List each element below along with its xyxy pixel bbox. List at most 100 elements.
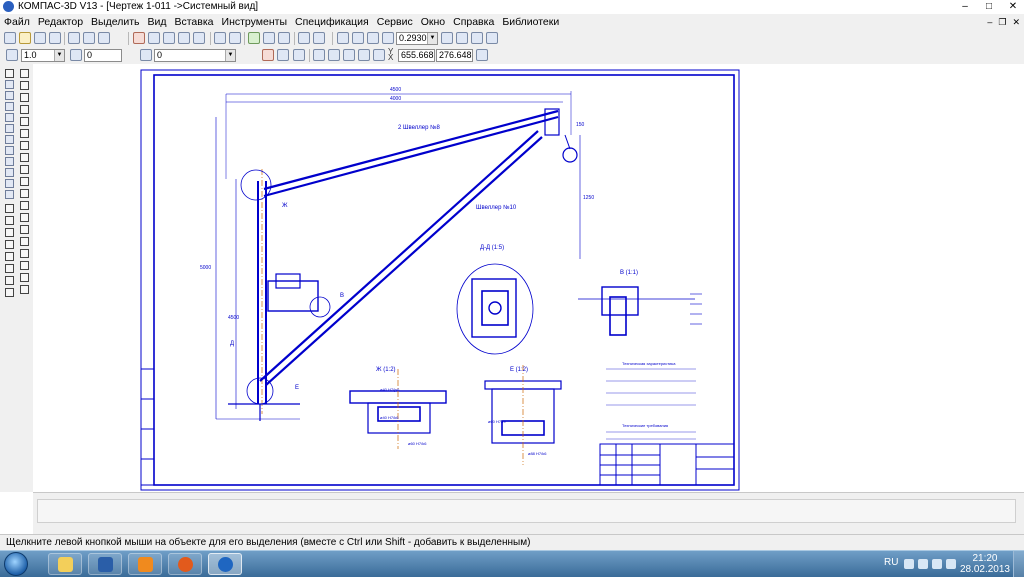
show-all-icon[interactable]: [486, 32, 498, 44]
snap-settings-icon[interactable]: [277, 49, 289, 61]
title-bar[interactable]: КОМПАС-3D V13 - [Чертеж 1-011 ->Системны…: [0, 0, 1024, 15]
polygon-icon[interactable]: [20, 153, 29, 162]
segment-icon[interactable]: [20, 93, 29, 102]
maximize-button[interactable]: □: [982, 1, 996, 13]
library-icon[interactable]: [263, 32, 275, 44]
offset-icon[interactable]: [20, 273, 29, 282]
properties-panel-area[interactable]: [37, 499, 1016, 523]
menu-tools[interactable]: Инструменты: [218, 14, 291, 30]
minimize-button[interactable]: –: [958, 1, 972, 13]
drawing-canvas[interactable]: 4500 4000 1250 5000 4500 150 2 Швеллер №…: [33, 64, 1024, 492]
doc-minimize-button[interactable]: –: [987, 17, 992, 27]
network-icon[interactable]: [932, 559, 942, 569]
zoom-scale-icon[interactable]: [382, 32, 394, 44]
toolbar-options-icon[interactable]: [476, 49, 488, 61]
menu-editor[interactable]: Редактор: [34, 14, 87, 30]
select-pointer-icon[interactable]: [5, 69, 14, 78]
orbit-icon[interactable]: [456, 32, 468, 44]
bezier-icon[interactable]: [20, 177, 29, 186]
specification-icon[interactable]: [5, 168, 14, 177]
print-preview-icon[interactable]: [83, 32, 95, 44]
view-style-field[interactable]: 0 ▼: [154, 49, 236, 62]
style-icon[interactable]: [140, 49, 152, 61]
chamfer-icon[interactable]: [20, 189, 29, 198]
menu-insert[interactable]: Вставка: [170, 14, 217, 30]
tangent-icon[interactable]: [5, 204, 14, 213]
snap-magnet-icon[interactable]: [262, 49, 274, 61]
step-cursor-icon[interactable]: [6, 49, 18, 61]
editing-icon[interactable]: [5, 113, 14, 122]
point-icon[interactable]: [20, 69, 29, 78]
cut-icon[interactable]: [133, 32, 145, 44]
manager-icon[interactable]: [248, 32, 260, 44]
menu-window[interactable]: Окно: [417, 14, 449, 30]
rotate-icon[interactable]: [5, 264, 14, 273]
context-help-icon[interactable]: [313, 32, 325, 44]
doc-close-button[interactable]: ✕: [1012, 17, 1020, 28]
redo-icon[interactable]: [229, 32, 241, 44]
break-icon[interactable]: [5, 216, 14, 225]
geometry-icon[interactable]: [5, 80, 14, 89]
close-button[interactable]: ✕: [1006, 1, 1020, 13]
hatch-icon[interactable]: [20, 213, 29, 222]
aux-line-icon[interactable]: [20, 81, 29, 90]
extend-icon[interactable]: [5, 240, 14, 249]
grid-icon[interactable]: [313, 49, 325, 61]
undo-icon[interactable]: [214, 32, 226, 44]
menu-service[interactable]: Сервис: [373, 14, 417, 30]
menu-specification[interactable]: Спецификация: [291, 14, 373, 30]
chevron-down-icon[interactable]: ▼: [225, 50, 235, 61]
ortho-icon[interactable]: [343, 49, 355, 61]
zoom-out-icon[interactable]: [367, 32, 379, 44]
clipboard-icon[interactable]: [193, 32, 205, 44]
save-all-icon[interactable]: [49, 32, 61, 44]
round-icon[interactable]: [358, 49, 370, 61]
dimensions-icon[interactable]: [5, 91, 14, 100]
layer-field[interactable]: 0: [84, 49, 122, 62]
variables-icon[interactable]: [278, 32, 290, 44]
refresh-icon[interactable]: [471, 32, 483, 44]
paste-icon[interactable]: [163, 32, 175, 44]
open-folder-icon[interactable]: [19, 32, 31, 44]
format-painter-icon[interactable]: [178, 32, 190, 44]
insert-icon[interactable]: [5, 190, 14, 199]
trim-icon[interactable]: [5, 228, 14, 237]
zoom-window-icon[interactable]: [352, 32, 364, 44]
local-snap-icon[interactable]: [293, 49, 305, 61]
taskbar-firefox[interactable]: [168, 553, 202, 575]
symbols-icon[interactable]: [5, 102, 14, 111]
polyline-icon[interactable]: [20, 165, 29, 174]
scale-icon[interactable]: [5, 276, 14, 285]
lcs-icon[interactable]: [328, 49, 340, 61]
properties-panel[interactable]: [33, 492, 1024, 535]
contour-icon[interactable]: [20, 225, 29, 234]
drawing-sheet[interactable]: 4500 4000 1250 5000 4500 150 2 Швеллер №…: [140, 69, 740, 491]
parametrization-icon[interactable]: [5, 124, 14, 133]
doc-restore-button[interactable]: ❐: [998, 17, 1006, 28]
taskbar-media-center[interactable]: [88, 553, 122, 575]
new-document-icon[interactable]: [4, 32, 16, 44]
chevron-down-icon[interactable]: ▼: [427, 33, 437, 44]
taskbar-kompas[interactable]: [208, 553, 242, 575]
menu-file[interactable]: Файл: [0, 14, 34, 30]
rectangle-icon[interactable]: [20, 141, 29, 150]
reports-icon[interactable]: [5, 179, 14, 188]
taskbar-media-player[interactable]: [128, 553, 162, 575]
chevron-down-icon[interactable]: ▼: [54, 50, 64, 61]
tray-up-arrow-icon[interactable]: [904, 559, 914, 569]
cursor-y-field[interactable]: 276.648: [436, 49, 473, 62]
menu-view[interactable]: Вид: [143, 14, 170, 30]
volume-icon[interactable]: [946, 559, 956, 569]
measure-icon[interactable]: [5, 135, 14, 144]
language-indicator[interactable]: RU: [884, 557, 898, 568]
move-icon[interactable]: [5, 288, 14, 297]
ellipse-icon[interactable]: [20, 129, 29, 138]
show-desktop-button[interactable]: [1013, 551, 1024, 577]
clock[interactable]: 21:20 28.02.2013: [960, 553, 1010, 575]
mirror-icon[interactable]: [5, 252, 14, 261]
macro-icon[interactable]: [20, 285, 29, 294]
menu-libraries[interactable]: Библиотеки: [498, 14, 563, 30]
fillet-icon[interactable]: [20, 201, 29, 210]
cursor-x-field[interactable]: 655.668: [398, 49, 435, 62]
coordinates-icon[interactable]: [373, 49, 385, 61]
